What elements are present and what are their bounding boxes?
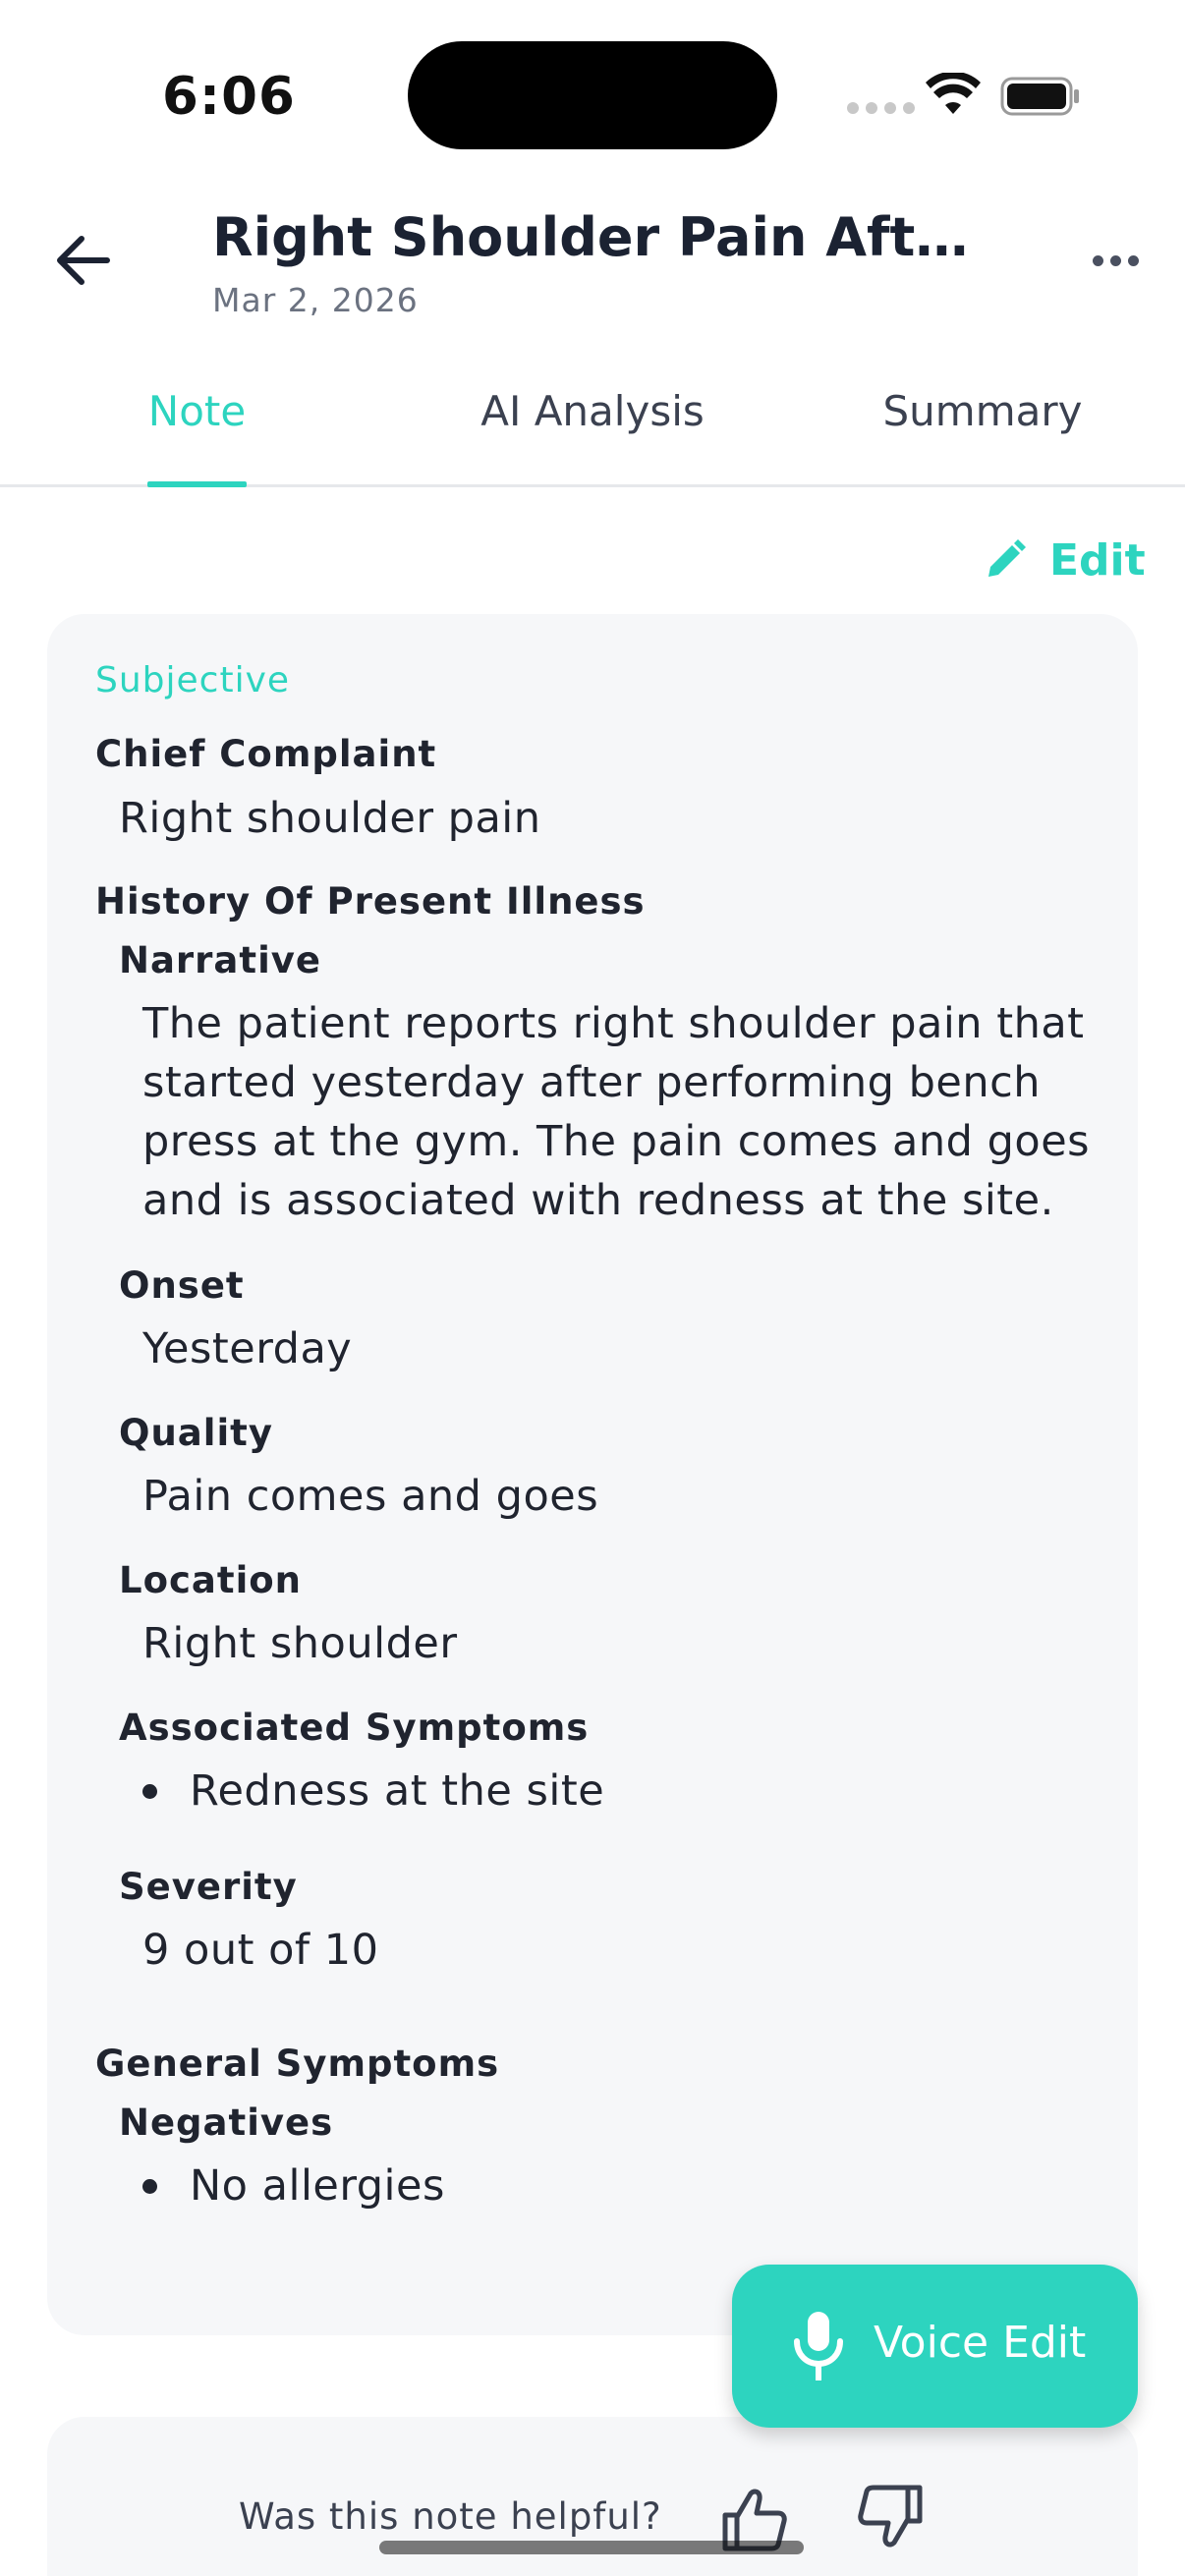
hpi-label: History Of Present Illness — [95, 880, 646, 923]
active-tab-indicator — [147, 481, 247, 487]
battery-icon — [1000, 77, 1079, 116]
associated-symptoms-label: Associated Symptoms — [119, 1707, 590, 1749]
status-time: 6:06 — [162, 67, 296, 127]
chief-complaint-value: Right shoulder pain — [119, 794, 541, 843]
severity-label: Severity — [119, 1866, 298, 1908]
page-title: Right Shoulder Pain After G… — [212, 206, 998, 268]
negative-item: No allergies — [190, 2161, 445, 2211]
section-title-subjective: Subjective — [95, 660, 291, 700]
pencil-icon — [988, 539, 1026, 577]
wifi-icon — [926, 73, 981, 114]
quality-label: Quality — [119, 1412, 273, 1454]
severity-value: 9 out of 10 — [142, 1926, 379, 1975]
bullet-dot — [142, 1784, 157, 1799]
thumbs-down-icon[interactable] — [857, 2482, 926, 2550]
narrative-label: Narrative — [119, 939, 321, 981]
tab-ai-analysis[interactable]: AI Analysis — [452, 387, 733, 487]
more-options-button[interactable] — [1081, 236, 1150, 285]
negatives-label: Negatives — [119, 2101, 334, 2144]
back-arrow-icon — [57, 236, 110, 285]
dynamic-island — [408, 41, 777, 149]
microphone-icon — [794, 2312, 843, 2380]
voice-edit-button[interactable]: Voice Edit — [732, 2265, 1138, 2428]
tab-summary[interactable]: Summary — [865, 387, 1100, 487]
edit-button[interactable]: Edit — [985, 531, 1146, 589]
bullet-dot — [142, 2179, 157, 2194]
narrative-text: The patient reports right shoulder pain … — [142, 999, 1091, 1225]
onset-label: Onset — [119, 1264, 245, 1307]
header: Right Shoulder Pain After G… Mar 2, 2026 — [0, 187, 1185, 344]
status-bar: 6:06 — [0, 0, 1185, 187]
general-symptoms-label: General Symptoms — [95, 2043, 500, 2085]
note-date: Mar 2, 2026 — [212, 281, 419, 319]
more-icon — [1092, 254, 1103, 266]
associated-symptom-item: Redness at the site — [190, 1766, 605, 1816]
chief-complaint-label: Chief Complaint — [95, 733, 437, 775]
tab-note[interactable]: Note — [147, 387, 247, 487]
location-label: Location — [119, 1559, 303, 1601]
onset-value: Yesterday — [142, 1324, 353, 1373]
cellular-signal-icon — [847, 102, 915, 114]
location-value: Right shoulder — [142, 1619, 458, 1668]
home-indicator — [379, 2541, 804, 2554]
tab-bar: Note AI Analysis Summary — [0, 364, 1185, 487]
feedback-question: Was this note helpful? — [239, 2495, 662, 2538]
voice-edit-label: Voice Edit — [874, 2318, 1087, 2368]
back-button[interactable] — [49, 226, 118, 295]
edit-label: Edit — [1049, 534, 1146, 586]
quality-value: Pain comes and goes — [142, 1472, 599, 1521]
